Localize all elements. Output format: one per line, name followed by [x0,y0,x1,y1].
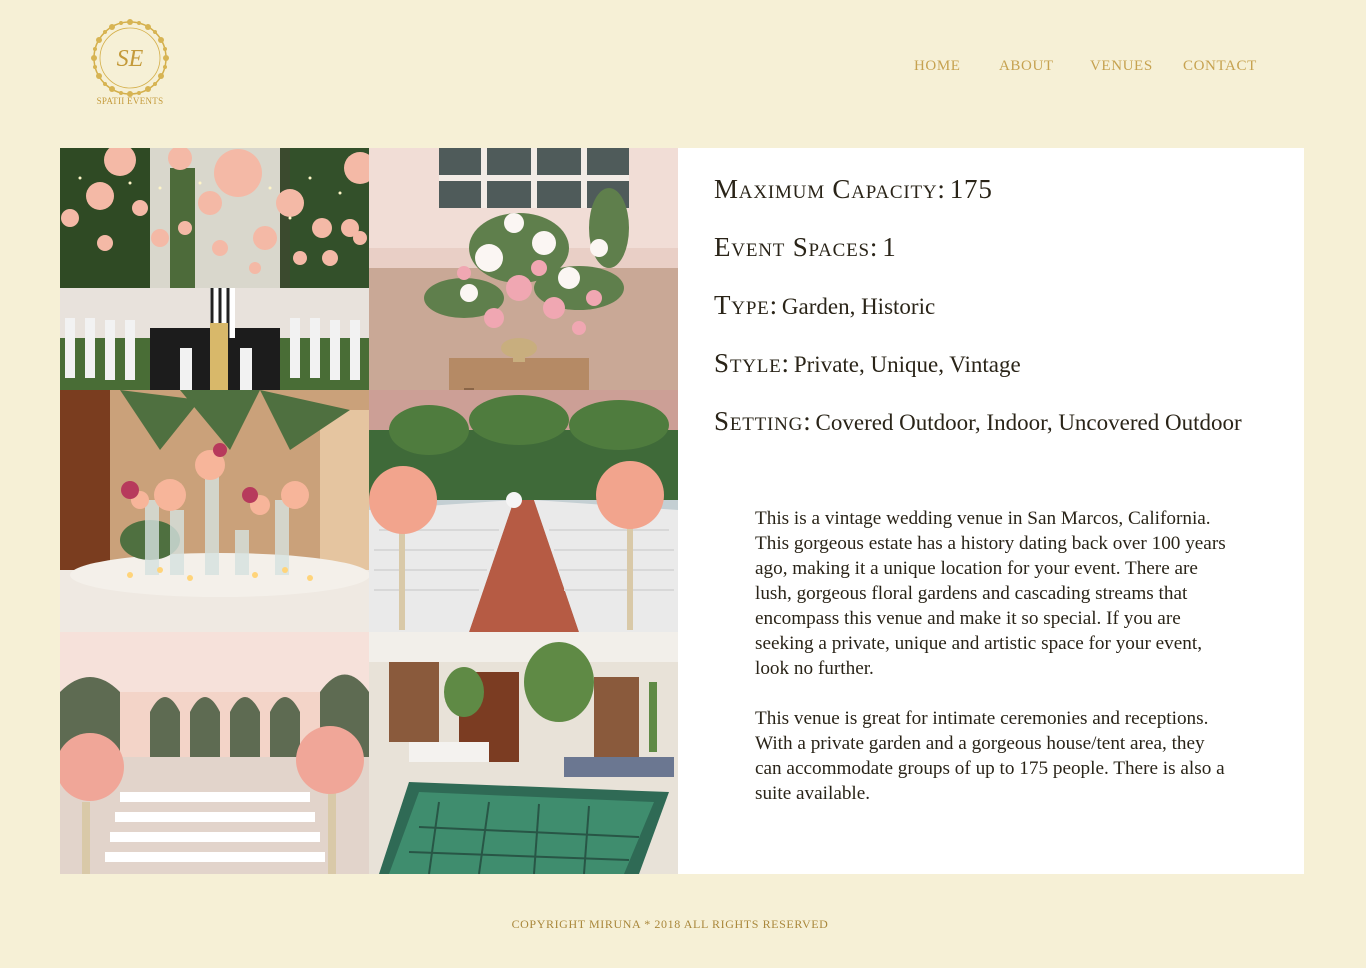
nav-home[interactable]: HOME [914,58,961,75]
event-spaces-value: 1 [882,232,897,262]
capacity-value: 175 [949,174,993,204]
setting-label: Setting: [714,406,812,436]
capacity-row: Maximum Capacity: 175 [714,174,993,205]
nav-venues[interactable]: VENUES [1090,58,1153,75]
courtyard-pool-photo[interactable] [369,632,678,874]
type-value: Garden, Historic [781,294,936,319]
style-row: Style: Private, Unique, Vintage [714,348,1021,379]
monogram: SE [117,46,144,72]
tall-vase-centerpieces-photo[interactable] [60,390,369,632]
floral-arrangement-photo[interactable] [369,148,678,390]
event-spaces-label: Event Spaces: [714,232,879,262]
nav-contact[interactable]: CONTACT [1183,58,1257,75]
event-spaces-row: Event Spaces: 1 [714,232,897,263]
setting-value: Covered Outdoor, Indoor, Uncovered Outdo… [815,410,1242,435]
arches-ceremony-photo[interactable] [60,632,369,874]
type-label: Type: [714,290,778,320]
style-value: Private, Unique, Vintage [793,352,1021,377]
wreath-icon: SE [91,19,169,97]
copyright-footer: copyright miruna * 2018 all rights reser… [511,917,829,931]
venue-photo-gallery [60,148,678,874]
type-row: Type: Garden, Historic [714,290,935,321]
venue-description-2: This venue is great for intimate ceremon… [755,708,1225,804]
nav-about[interactable]: ABOUT [999,58,1054,75]
capacity-label: Maximum Capacity: [714,174,946,204]
setting-row: Setting: Covered Outdoor, Indoor, Uncove… [714,406,1242,437]
pink-lanterns-dinner-photo[interactable] [60,148,369,390]
venue-details-panel: Maximum Capacity: 175 Event Spaces: 1 Ty… [678,148,1304,874]
brick-aisle-ceremony-photo[interactable] [369,390,678,632]
brand-name: Spatii Events [96,96,164,106]
venue-description-1: This is a vintage wedding venue in San M… [755,508,1226,679]
main-nav: HOME ABOUT VENUES CONTACT [880,58,1280,80]
brand-logo[interactable]: SE Spatii Events [84,18,176,110]
style-label: Style: [714,348,790,378]
